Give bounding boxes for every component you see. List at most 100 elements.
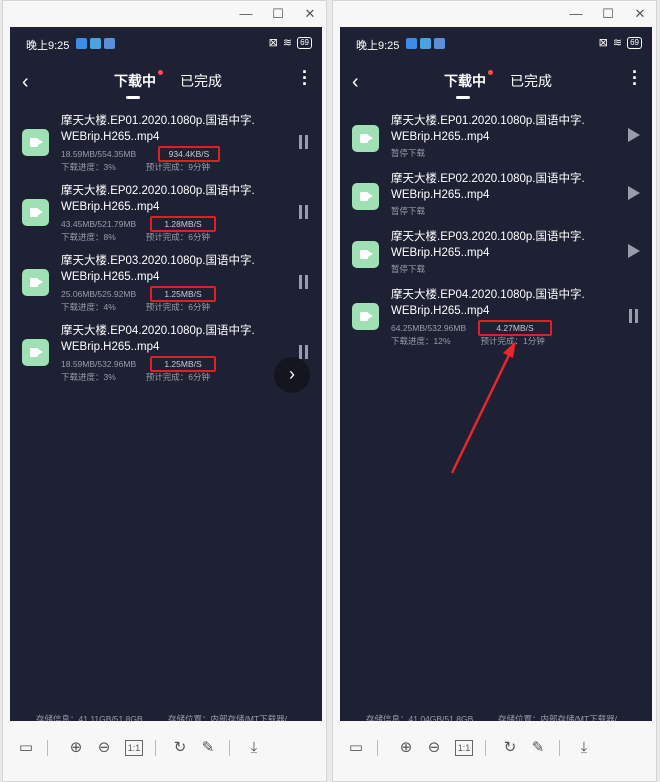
list-item[interactable]: 摩天大楼.EP03.2020.1080p.国语中字.WEBrip.H265..m… [10, 251, 322, 321]
close-button[interactable]: ✕ [630, 5, 650, 23]
edit-icon[interactable]: ✎ [197, 736, 219, 760]
separator [559, 740, 560, 756]
left-viewer-window: — ☐ ✕ 晚上9:25 ⊠ ≋ 69 ‹ 下载中 已完成 · · · 摩天大楼.E… [2, 0, 327, 782]
pause-icon[interactable] [298, 135, 310, 149]
tab-completed[interactable]: 已完成 [180, 71, 222, 91]
list-item[interactable]: 摩天大楼.EP02.2020.1080p.国语中字.WEBrip.H265..m… [340, 169, 652, 227]
eta-text: 预计完成：6分钟 [145, 232, 211, 242]
download-speed: 1.28MB/S [150, 216, 216, 232]
active-tab-indicator [126, 96, 140, 99]
paused-status: 暂停下载 [391, 148, 426, 158]
maximize-button[interactable]: ☐ [268, 5, 288, 23]
pause-icon[interactable] [628, 309, 640, 323]
status-right: ⊠ ≋ 69 [269, 36, 312, 49]
status-time: 晚上9:25 [26, 40, 70, 52]
list-item[interactable]: 摩天大楼.EP01.2020.1080p.国语中字.WEBrip.H265..m… [340, 111, 652, 169]
maximize-button[interactable]: ☐ [598, 5, 618, 23]
tab-downloading[interactable]: 下载中 [444, 70, 493, 91]
storage-location: 存储位置：内部存储/MT下载器/ [168, 714, 287, 721]
download-list: 摩天大楼.EP01.2020.1080p.国语中字.WEBrip.H265..m… [340, 111, 652, 355]
app-notification-icon [90, 38, 101, 49]
file-size: 18.59MB/554.35MB [61, 149, 137, 159]
download-speed: 4.27MB/S [478, 320, 552, 336]
download-icon[interactable]: ⤓ [243, 736, 265, 760]
eta-text: 预计完成：1分钟 [480, 336, 545, 346]
video-file-icon [22, 339, 49, 366]
file-name: 摩天大楼.EP03.2020.1080p.国语中字.WEBrip.H265..m… [391, 231, 585, 259]
zoom-out-icon[interactable]: ⊖ [93, 736, 115, 760]
storage-location: 存储位置：内部存储/MT下载器/ [498, 714, 617, 721]
actual-size-button[interactable]: 1:1 [455, 740, 473, 756]
separator [377, 740, 378, 756]
more-icon[interactable]: · · · [300, 63, 310, 93]
zoom-out-icon[interactable]: ⊖ [423, 736, 445, 760]
file-name: 摩天大楼.EP04.2020.1080p.国语中字.WEBrip.H265..m… [61, 325, 255, 353]
download-icon[interactable]: ⤓ [573, 736, 595, 760]
title-bar: — ☐ ✕ [3, 1, 326, 27]
app-notification-icon [420, 38, 431, 49]
paused-status: 暂停下载 [391, 206, 426, 216]
download-speed: 1.25MB/S [150, 286, 216, 302]
rotate-icon[interactable]: ↻ [499, 736, 521, 760]
status-bar: 晚上9:25 ⊠ ≋ 69 [340, 27, 652, 59]
zoom-in-icon[interactable]: ⊕ [65, 736, 87, 760]
minimize-button[interactable]: — [236, 5, 256, 23]
video-file-icon [22, 199, 49, 226]
viewer-toolbar: ▭ ⊕ ⊖ 1:1 ↻ ✎ ⤓ [333, 736, 656, 766]
more-icon[interactable]: · · · [630, 63, 640, 93]
list-item[interactable]: 摩天大楼.EP04.2020.1080p.国语中字.WEBrip.H265..m… [340, 285, 652, 355]
progress-row: 下载进度：3% 预计完成：6分钟 [61, 371, 210, 383]
pause-icon[interactable] [298, 345, 310, 359]
nav-bar: ‹ 下载中 已完成 · · · [10, 59, 322, 107]
file-name: 摩天大楼.EP02.2020.1080p.国语中字.WEBrip.H265..m… [61, 185, 255, 213]
minimize-button[interactable]: — [566, 5, 586, 23]
fit-window-icon[interactable]: ▭ [15, 736, 37, 760]
nav-bar: ‹ 下载中 已完成 · · · [340, 59, 652, 107]
progress-row: 下载进度：8% 预计完成：6分钟 [61, 231, 210, 243]
tab-downloading[interactable]: 下载中 [114, 70, 163, 91]
separator [485, 740, 486, 756]
battery-icon: 69 [627, 36, 642, 49]
rotate-icon[interactable]: ↻ [169, 736, 191, 760]
back-icon[interactable]: ‹ [352, 71, 359, 94]
tab-completed[interactable]: 已完成 [510, 71, 552, 91]
actual-size-button[interactable]: 1:1 [125, 740, 143, 756]
file-size: 18.59MB/532.96MB [61, 359, 137, 369]
app-notification-icon [104, 38, 115, 49]
video-file-icon [22, 269, 49, 296]
fit-window-icon[interactable]: ▭ [345, 736, 367, 760]
app-notification-icon [434, 38, 445, 49]
play-icon[interactable] [628, 186, 640, 200]
play-icon[interactable] [628, 128, 640, 142]
download-speed: 1.25MB/S [150, 356, 216, 372]
notification-dot [488, 70, 493, 75]
list-item[interactable]: 摩天大楼.EP03.2020.1080p.国语中字.WEBrip.H265..m… [340, 227, 652, 285]
video-file-icon [22, 129, 49, 156]
close-button[interactable]: ✕ [300, 5, 320, 23]
sim-icon: ⊠ [268, 37, 278, 49]
back-icon[interactable]: ‹ [22, 71, 29, 94]
progress-row: 下载进度：12% 预计完成：1分钟 [391, 335, 545, 347]
app-notification-icon [406, 38, 417, 49]
file-name: 摩天大楼.EP03.2020.1080p.国语中字.WEBrip.H265..m… [61, 255, 255, 283]
storage-info: 存储信息：41.04GB/51.8GB [366, 714, 474, 721]
next-image-button[interactable]: › [274, 357, 310, 393]
list-item[interactable]: 摩天大楼.EP02.2020.1080p.国语中字.WEBrip.H265..m… [10, 181, 322, 251]
progress-row: 下载进度：4% 预计完成：6分钟 [61, 301, 210, 313]
progress-text: 下载进度：3% [61, 372, 116, 382]
zoom-in-icon[interactable]: ⊕ [395, 736, 417, 760]
paused-status: 暂停下载 [391, 264, 426, 274]
separator [47, 740, 48, 756]
right-viewer-window: — ☐ ✕ 晚上9:25 ⊠ ≋ 69 ‹ 下载中 已完成 · · · 摩天大楼.E… [332, 0, 657, 782]
pause-icon[interactable] [298, 275, 310, 289]
play-icon[interactable] [628, 244, 640, 258]
separator [155, 740, 156, 756]
video-file-icon [352, 183, 379, 210]
file-name: 摩天大楼.EP04.2020.1080p.国语中字.WEBrip.H265..m… [391, 289, 585, 317]
video-file-icon [352, 241, 379, 268]
edit-icon[interactable]: ✎ [527, 736, 549, 760]
pause-icon[interactable] [298, 205, 310, 219]
list-item[interactable]: 摩天大楼.EP01.2020.1080p.国语中字.WEBrip.H265..m… [10, 111, 322, 181]
eta-text: 预计完成：6分钟 [145, 302, 211, 312]
download-list: 摩天大楼.EP01.2020.1080p.国语中字.WEBrip.H265..m… [10, 111, 322, 391]
